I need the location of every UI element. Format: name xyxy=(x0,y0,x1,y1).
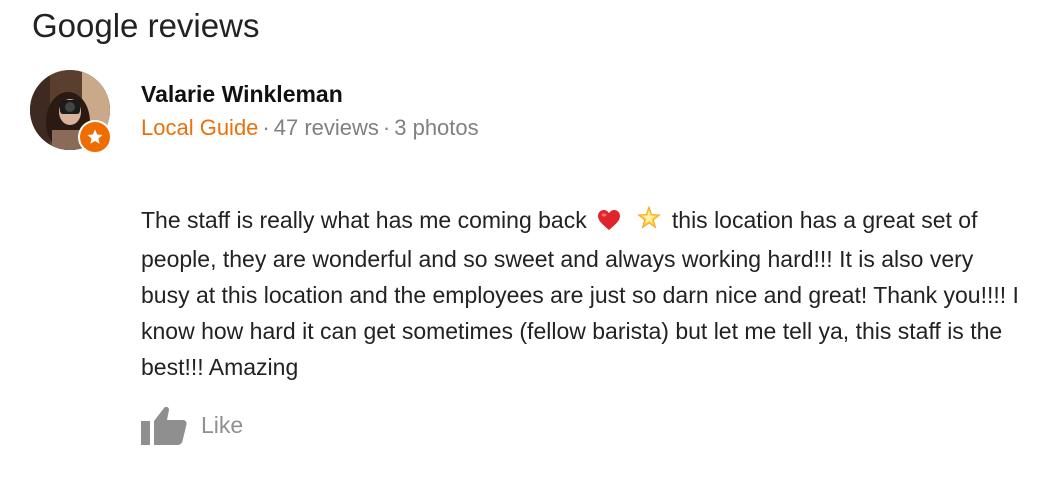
local-guide-label[interactable]: Local Guide xyxy=(141,115,258,140)
section-title: Google reviews xyxy=(32,7,260,44)
reviews-count[interactable]: 47 reviews xyxy=(274,115,379,140)
author-meta: Local Guide · 47 reviews · 3 photos xyxy=(141,114,479,142)
author-name[interactable]: Valarie Winkleman xyxy=(141,80,343,108)
like-button[interactable]: Like xyxy=(141,404,243,446)
star-icon xyxy=(87,129,103,144)
review-text-part1: The staff is really what has me coming b… xyxy=(141,207,587,233)
avatar-container[interactable] xyxy=(30,70,112,154)
photos-count[interactable]: 3 photos xyxy=(394,115,478,140)
glowing-star-icon xyxy=(636,205,662,241)
meta-separator: · xyxy=(262,115,270,140)
review-text: The staff is really what has me coming b… xyxy=(141,202,1021,385)
thumbs-up-icon xyxy=(141,406,187,445)
meta-separator: · xyxy=(382,115,391,140)
like-label: Like xyxy=(201,411,244,438)
local-guide-badge-icon xyxy=(78,120,112,154)
red-heart-icon xyxy=(597,205,621,241)
